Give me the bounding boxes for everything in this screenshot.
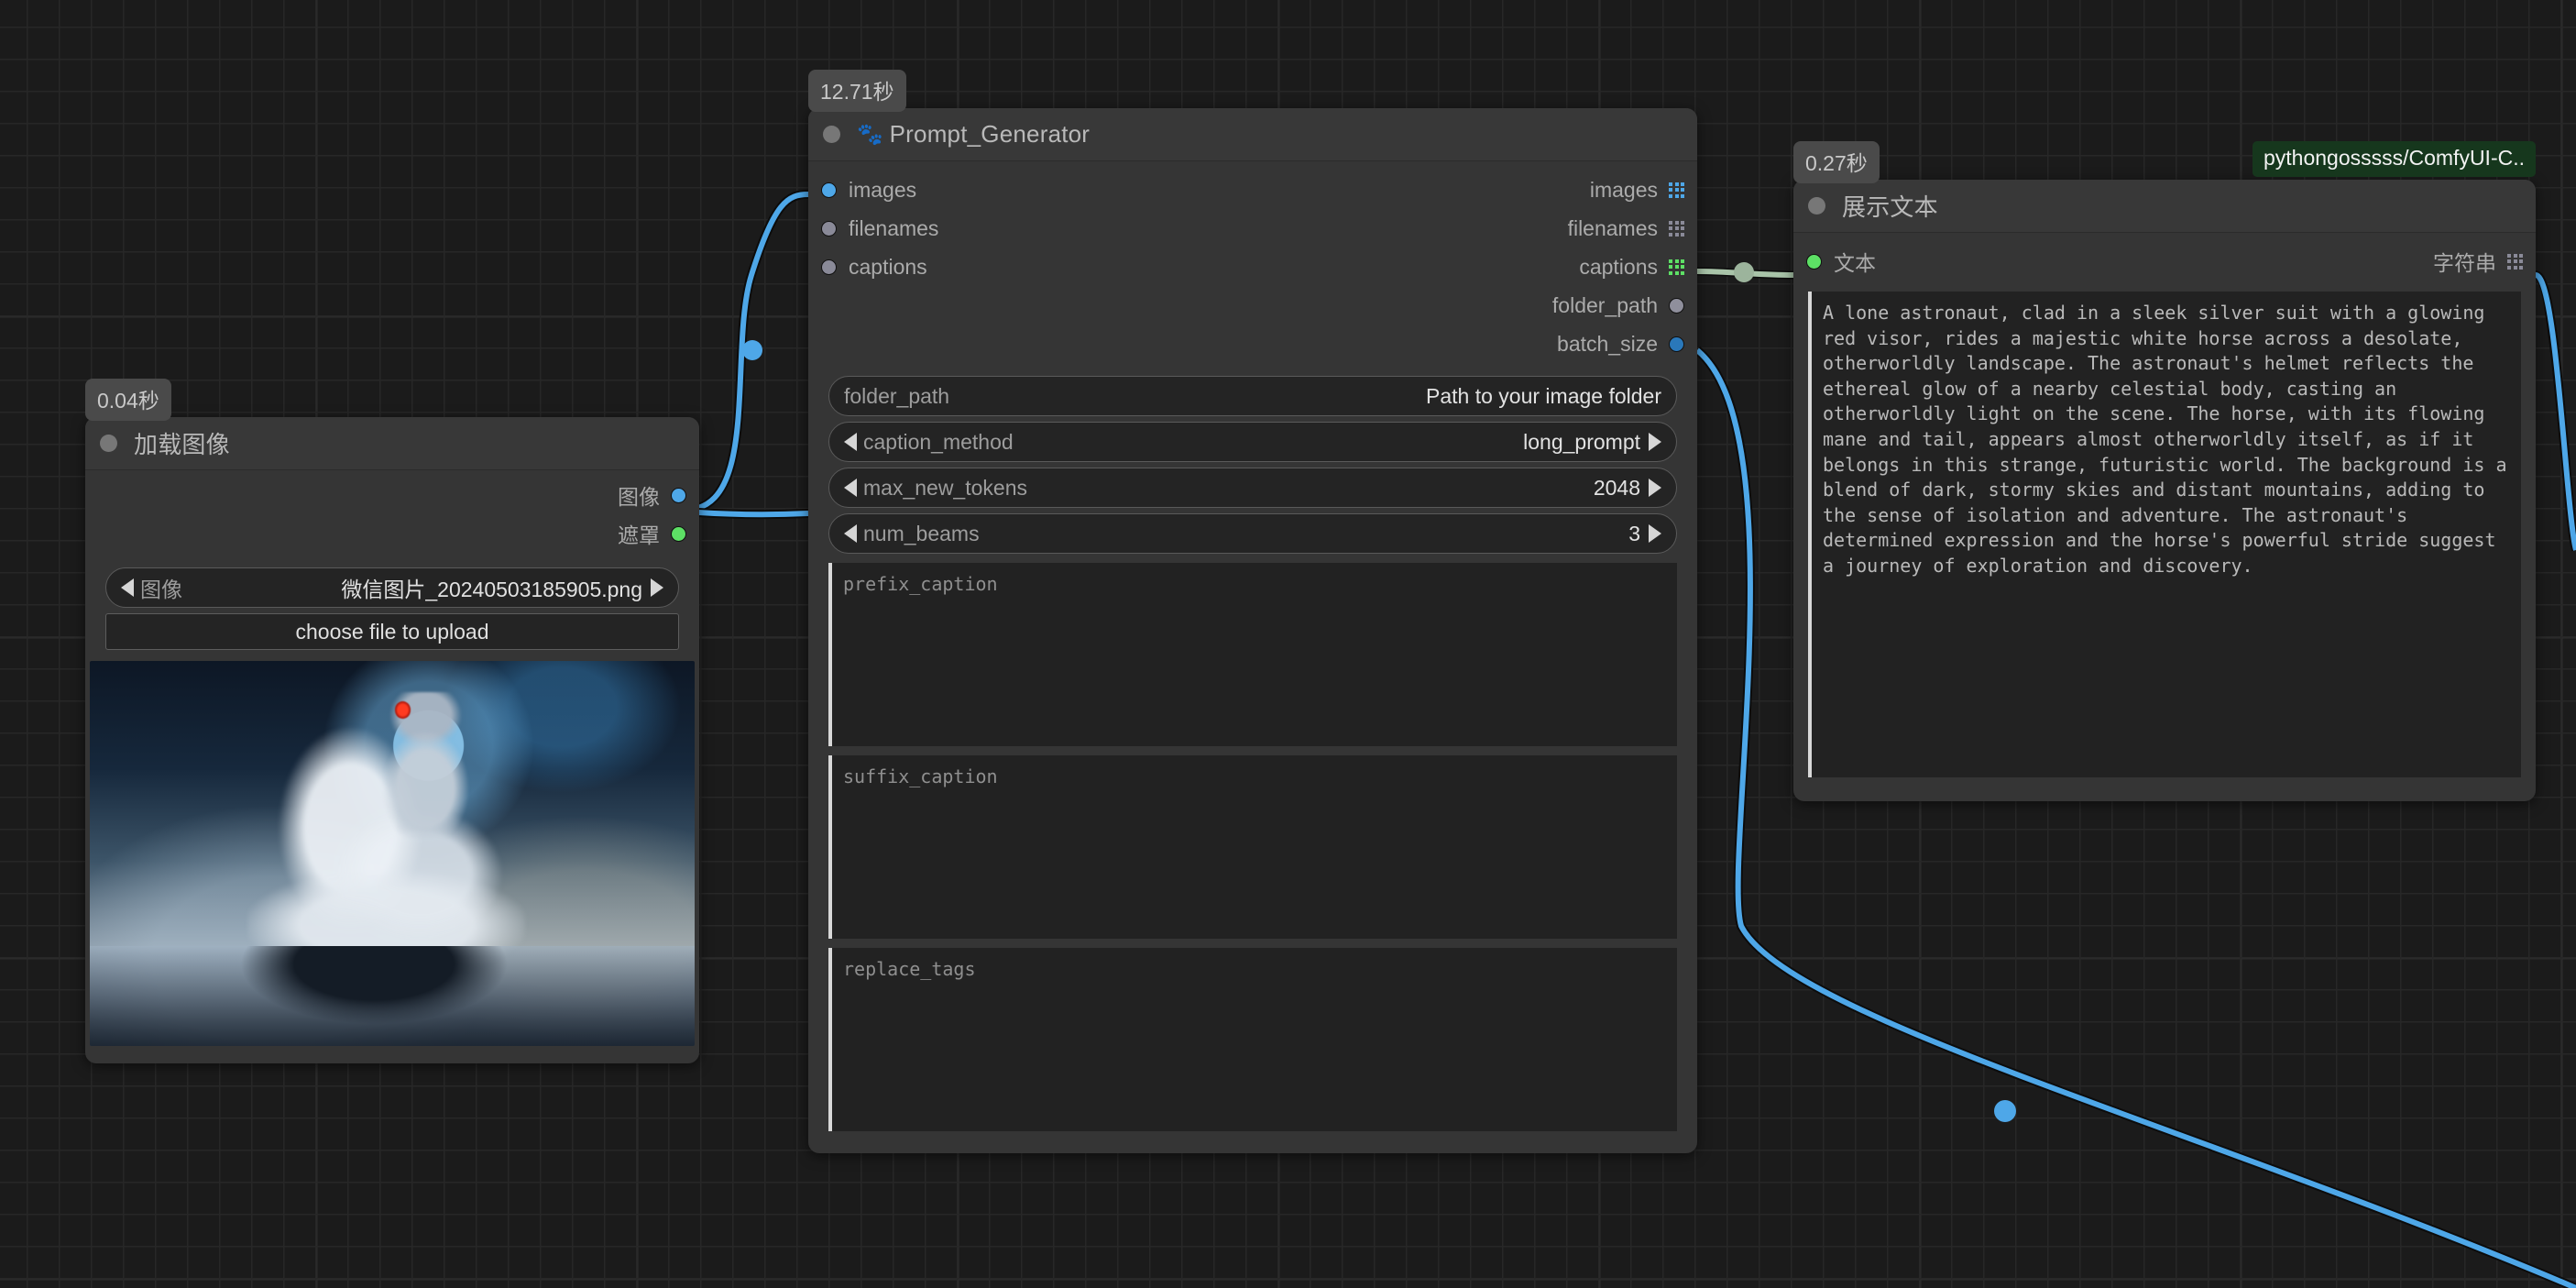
chevron-right-icon[interactable]: [651, 578, 663, 597]
widget-value: 3: [1628, 521, 1640, 545]
widget-caption-method[interactable]: caption_method long_prompt: [828, 422, 1677, 462]
output-dot-icon[interactable]: [1669, 297, 1684, 314]
collapse-toggle-icon[interactable]: [1808, 197, 1825, 215]
node-body: 文本 字符串 A lone astronaut, clad in a sleek…: [1793, 233, 2536, 801]
output-grid-icon[interactable]: [1669, 220, 1684, 237]
widget-value: 微信图片_20240503185905.png: [341, 578, 642, 601]
image-combo-widget[interactable]: 图像 微信图片_20240503185905.png: [105, 567, 679, 608]
node-header[interactable]: 加载图像: [85, 417, 699, 470]
output-slot-label: images: [1589, 177, 1658, 202]
node-title: 展示文本: [1842, 193, 1938, 221]
widget-max-new-tokens[interactable]: max_new_tokens 2048: [828, 468, 1677, 508]
output-grid-icon[interactable]: [1669, 259, 1684, 275]
widget-num-beams[interactable]: num_beams 3: [828, 513, 1677, 554]
output-dot-icon[interactable]: [1669, 336, 1684, 352]
chevron-left-icon[interactable]: [121, 578, 134, 597]
input-slot-label: filenames: [849, 215, 939, 240]
input-slot-label: images: [849, 177, 917, 202]
input-dot-icon[interactable]: [821, 220, 837, 237]
slot-row-text[interactable]: 文本 字符串: [1793, 242, 2536, 281]
choose-file-button[interactable]: choose file to upload: [105, 613, 679, 650]
output-slot-label: folder_path: [1551, 292, 1658, 317]
paw-prints-icon: 🐾: [857, 122, 883, 146]
collapse-toggle-icon[interactable]: [100, 435, 117, 452]
output-slot-image[interactable]: 图像: [85, 476, 699, 514]
chevron-left-icon[interactable]: [844, 433, 857, 451]
chevron-right-icon[interactable]: [1649, 479, 1661, 497]
slot-row-captions[interactable]: captions captions: [808, 248, 1697, 286]
slot-row-folder-path[interactable]: folder_path: [808, 286, 1697, 325]
widget-value: Path to your image folder: [1426, 383, 1661, 408]
output-dot-icon[interactable]: [671, 525, 686, 542]
node-load-image[interactable]: 0.04秒 加载图像 图像 遮罩 图像 微信图片_20240503185905.…: [85, 379, 699, 1063]
node-show-text[interactable]: 0.27秒 pythongosssss/ComfyUI-C.. 展示文本 文本 …: [1793, 141, 2536, 801]
suffix-caption-textarea[interactable]: suffix_caption: [828, 755, 1677, 939]
output-slot-label: batch_size: [1557, 331, 1658, 356]
node-header[interactable]: 🐾 Prompt_Generator: [808, 108, 1697, 161]
widget-value: 2048: [1593, 475, 1640, 500]
output-slot-label: 图像: [618, 485, 660, 509]
node-header[interactable]: 展示文本: [1793, 180, 2536, 233]
widget-label: caption_method: [863, 429, 1014, 454]
preview-ground-shape: [90, 945, 695, 1046]
node-title: Prompt_Generator: [889, 120, 1091, 148]
chevron-left-icon[interactable]: [844, 479, 857, 497]
input-dot-icon[interactable]: [821, 182, 837, 198]
replace-tags-textarea[interactable]: replace_tags: [828, 948, 1677, 1131]
collapse-toggle-icon[interactable]: [823, 126, 840, 143]
widget-label: folder_path: [844, 383, 950, 408]
node-exec-time-badge: 0.27秒: [1793, 141, 1880, 183]
output-slot-label: filenames: [1567, 215, 1658, 240]
chevron-right-icon[interactable]: [1649, 524, 1661, 543]
widget-label: num_beams: [863, 521, 980, 545]
output-text-display[interactable]: A lone astronaut, clad in a sleek silver…: [1808, 292, 2521, 777]
node-title: 加载图像: [134, 431, 230, 458]
preview-rider-shape: [379, 691, 471, 839]
preview-visor-shape: [395, 701, 411, 719]
output-slot-label: 字符串: [2433, 251, 2496, 275]
output-slot-mask[interactable]: 遮罩: [85, 514, 699, 553]
node-prompt-generator[interactable]: 12.71秒 🐾 Prompt_Generator images images …: [808, 70, 1697, 1153]
output-grid-icon[interactable]: [1669, 182, 1684, 198]
prefix-caption-textarea[interactable]: prefix_caption: [828, 563, 1677, 746]
node-body: 图像 遮罩 图像 微信图片_20240503185905.png choose …: [85, 470, 699, 1063]
image-preview[interactable]: [90, 661, 695, 1046]
node-exec-time-badge: 0.04秒: [85, 379, 171, 421]
widget-folder-path[interactable]: folder_path Path to your image folder: [828, 376, 1677, 416]
input-dot-icon[interactable]: [1806, 253, 1822, 270]
slot-row-images[interactable]: images images: [808, 171, 1697, 209]
slot-row-filenames[interactable]: filenames filenames: [808, 209, 1697, 248]
node-exec-time-badge: 12.71秒: [808, 70, 906, 112]
input-dot-icon[interactable]: [821, 259, 837, 275]
output-dot-icon[interactable]: [671, 487, 686, 503]
widget-label: max_new_tokens: [863, 475, 1027, 500]
node-source-badge: pythongosssss/ComfyUI-C..: [2252, 141, 2536, 177]
slot-row-batch-size[interactable]: batch_size: [808, 325, 1697, 363]
widget-label: 图像: [140, 578, 182, 601]
input-slot-label: 文本: [1834, 251, 1876, 275]
output-slot-label: captions: [1579, 254, 1658, 279]
input-slot-label: captions: [849, 254, 927, 279]
chevron-right-icon[interactable]: [1649, 433, 1661, 451]
node-body: images images filenames filenames captio…: [808, 161, 1697, 1153]
widget-value: long_prompt: [1523, 429, 1640, 454]
output-slot-label: 遮罩: [618, 523, 660, 547]
output-grid-icon[interactable]: [2507, 253, 2523, 270]
chevron-left-icon[interactable]: [844, 524, 857, 543]
